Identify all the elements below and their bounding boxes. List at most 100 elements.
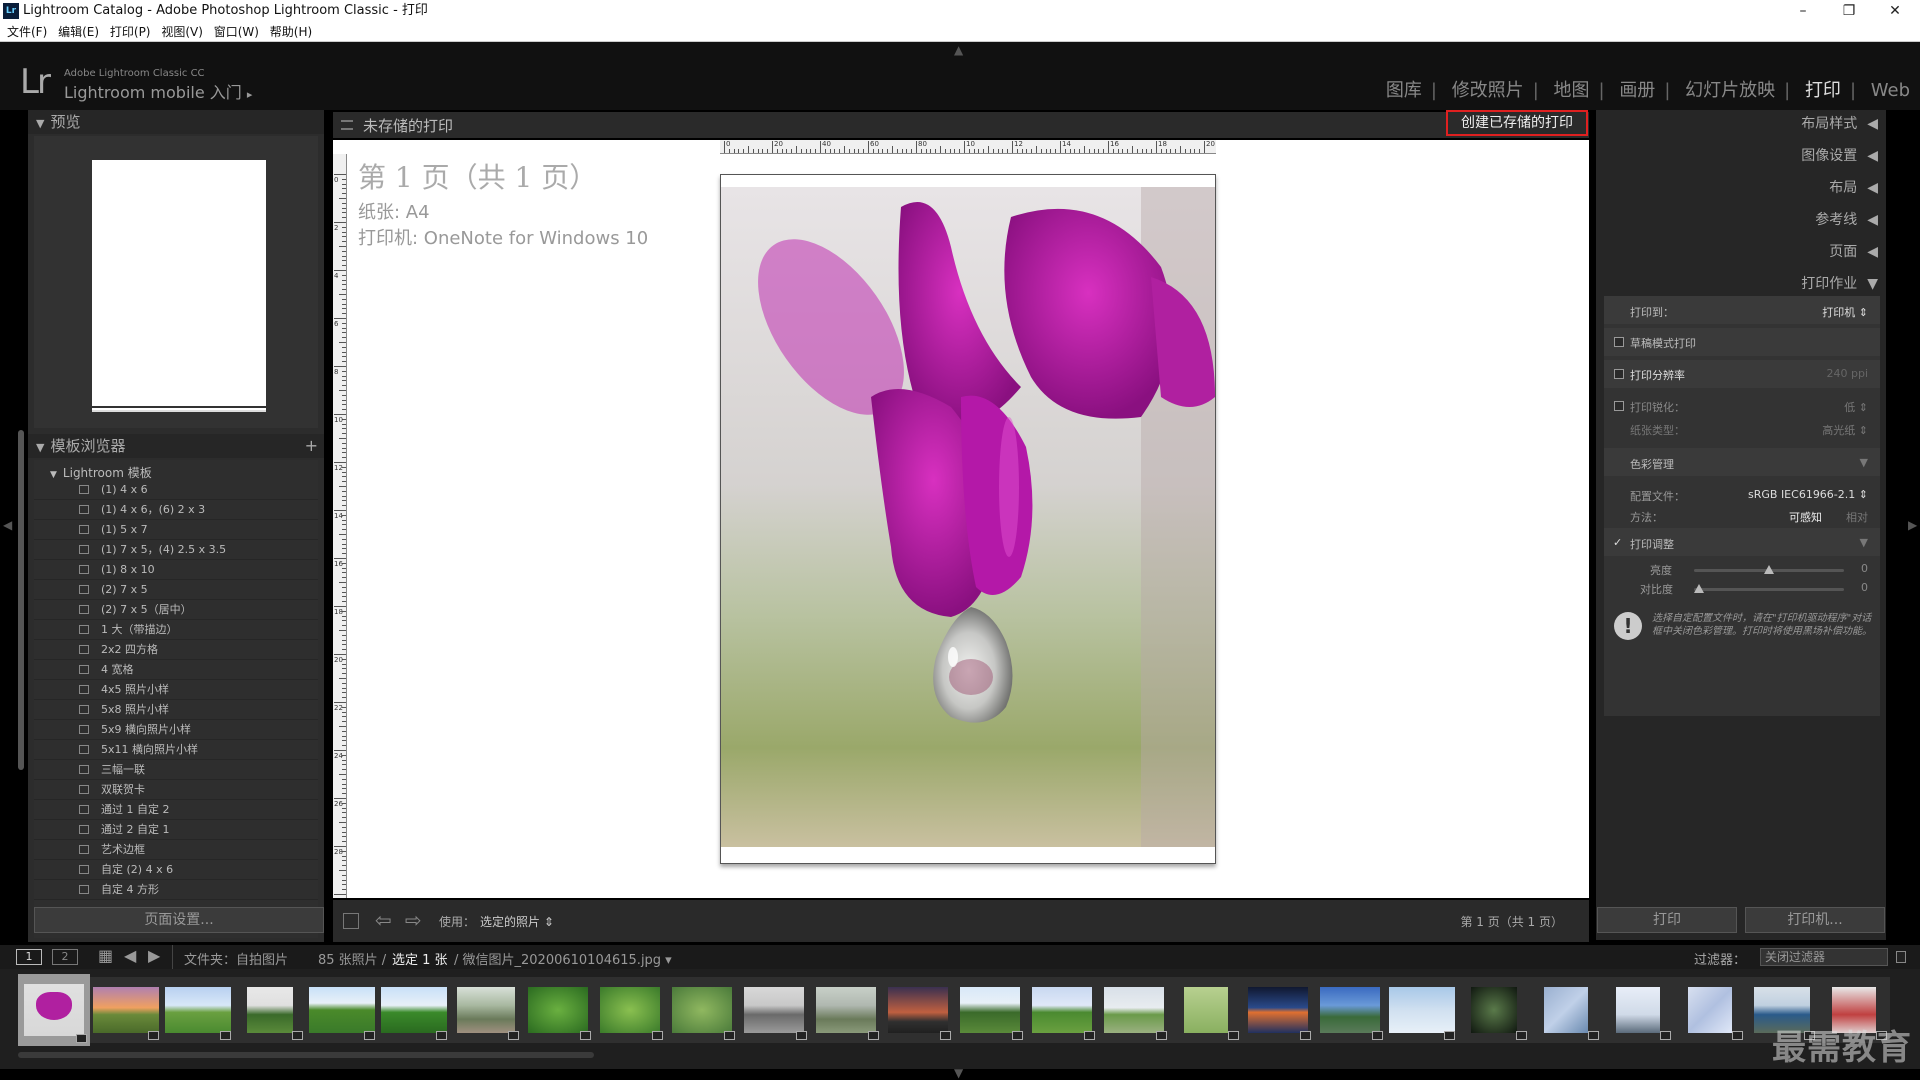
template-item[interactable]: 1 大（带描边）: [34, 620, 318, 640]
filmstrip-thumbnail[interactable]: [1026, 977, 1098, 1043]
print-adjust-checkmark-icon[interactable]: ✓: [1613, 536, 1622, 549]
slider-knob[interactable]: [1764, 565, 1774, 574]
template-item[interactable]: (2) 7 x 5: [34, 580, 318, 600]
print-sharpen-checkbox[interactable]: [1614, 401, 1624, 411]
print-sharpen-select[interactable]: 低 ⇕: [1844, 399, 1868, 415]
template-item[interactable]: (1) 4 x 6: [34, 480, 318, 500]
brightness-slider[interactable]: [1694, 565, 1844, 574]
filmstrip-thumbnail[interactable]: [954, 977, 1026, 1043]
section-print-job[interactable]: 打印作业 ▼: [1801, 272, 1878, 296]
filmstrip-thumbnail[interactable]: [1314, 977, 1386, 1043]
filmstrip-thumbnail[interactable]: [1242, 977, 1314, 1043]
filmstrip-thumbnail[interactable]: [18, 974, 90, 1046]
right-panel-toggle-icon[interactable]: ▶: [1908, 518, 1917, 532]
contrast-slider[interactable]: [1694, 584, 1844, 593]
stop-button[interactable]: [343, 913, 359, 929]
filmstrip-thumbnail[interactable]: [234, 977, 306, 1043]
filmstrip-thumbnail[interactable]: [810, 977, 882, 1043]
filmstrip-thumbnail[interactable]: [450, 977, 522, 1043]
template-item[interactable]: (1) 7 x 5，(4) 2.5 x 3.5: [34, 540, 318, 560]
filter-select[interactable]: 关闭过滤器: [1760, 948, 1888, 966]
module-map[interactable]: 地图: [1554, 80, 1590, 101]
section-layout-style[interactable]: 布局样式 ◀: [1801, 112, 1878, 136]
section-page[interactable]: 页面 ◀: [1829, 240, 1878, 264]
slider-knob[interactable]: [1694, 584, 1704, 593]
menu-edit[interactable]: 编辑(E): [58, 22, 99, 42]
next-page-arrow-icon[interactable]: ⇨: [405, 908, 422, 932]
template-item[interactable]: 双联贺卡: [34, 780, 318, 800]
filmstrip-scrollbar[interactable]: [18, 1052, 594, 1058]
draft-mode-checkbox[interactable]: [1614, 337, 1624, 347]
template-item[interactable]: 通过 2 自定 1: [34, 820, 318, 840]
close-button[interactable]: ✕: [1872, 0, 1918, 22]
menu-help[interactable]: 帮助(H): [270, 22, 312, 42]
secondary-window-button[interactable]: 2: [52, 949, 78, 965]
filmstrip-thumbnail[interactable]: [378, 977, 450, 1043]
print-button[interactable]: 打印: [1597, 907, 1737, 933]
filmstrip-thumbnail[interactable]: [594, 977, 666, 1043]
print-menu-icon[interactable]: [341, 120, 353, 130]
intent-perceptual[interactable]: 可感知: [1789, 509, 1822, 525]
preview-panel-header[interactable]: ▼ 预览: [28, 110, 324, 134]
template-item[interactable]: 4 宽格: [34, 660, 318, 680]
left-scrollbar[interactable]: [18, 430, 24, 770]
menu-print[interactable]: 打印(P): [110, 22, 151, 42]
menu-view[interactable]: 视图(V): [161, 22, 203, 42]
template-browser-header[interactable]: ▼ 模板浏览器 +: [28, 434, 324, 458]
previous-page-arrow-icon[interactable]: ⇦: [375, 908, 392, 932]
top-panel-toggle-icon[interactable]: ▲: [954, 43, 963, 57]
flower-photo[interactable]: [721, 187, 1215, 847]
template-item[interactable]: 通过 1 自定 2: [34, 800, 318, 820]
module-slideshow[interactable]: 幻灯片放映: [1685, 80, 1775, 101]
menu-file[interactable]: 文件(F): [7, 22, 47, 42]
media-type-select[interactable]: 高光纸 ⇕: [1822, 422, 1868, 438]
print-to-select[interactable]: 打印机 ⇕: [1822, 304, 1868, 320]
module-web[interactable]: Web: [1871, 80, 1910, 101]
print-resolution-value[interactable]: 240 ppi: [1826, 367, 1868, 380]
back-arrow-icon[interactable]: ◀: [124, 946, 136, 965]
selected-filename[interactable]: / 微信图片_20200610104615.jpg ▾: [454, 949, 672, 968]
filmstrip-thumbnail[interactable]: [90, 977, 162, 1043]
template-item[interactable]: (2) 7 x 5（居中）: [34, 600, 318, 620]
filmstrip-thumbnail[interactable]: [162, 977, 234, 1043]
create-saved-print-button[interactable]: 创建已存储的打印: [1446, 110, 1588, 136]
add-template-icon[interactable]: +: [305, 434, 318, 458]
minimize-button[interactable]: –: [1780, 0, 1826, 22]
template-item[interactable]: (1) 8 x 10: [34, 560, 318, 580]
template-item[interactable]: (1) 4 x 6，(6) 2 x 3: [34, 500, 318, 520]
filter-lock-icon[interactable]: [1896, 951, 1906, 963]
section-image-settings[interactable]: 图像设置 ◀: [1801, 144, 1878, 168]
print-resolution-checkbox[interactable]: [1614, 369, 1624, 379]
profile-select[interactable]: sRGB IEC61966-2.1 ⇕: [1748, 488, 1868, 501]
intent-relative[interactable]: 相对: [1846, 509, 1868, 525]
template-item[interactable]: 5x8 照片小样: [34, 700, 318, 720]
filmstrip-thumbnail[interactable]: [1386, 977, 1458, 1043]
use-selector[interactable]: 选定的照片 ⇕: [480, 913, 554, 930]
template-item[interactable]: 自定 (2) 4 x 6: [34, 860, 318, 880]
module-book[interactable]: 画册: [1619, 80, 1655, 101]
template-item[interactable]: (1) 5 x 7: [34, 520, 318, 540]
template-item[interactable]: 4x5 照片小样: [34, 680, 318, 700]
filmstrip-thumbnail[interactable]: [1674, 977, 1746, 1043]
filmstrip-thumbnail[interactable]: [1602, 977, 1674, 1043]
template-group-lightroom[interactable]: ▼ Lightroom 模板: [50, 464, 152, 481]
page-setup-button[interactable]: 页面设置...: [34, 907, 324, 933]
grid-view-icon[interactable]: ▦: [98, 946, 113, 965]
module-library[interactable]: 图库: [1386, 80, 1422, 101]
module-print[interactable]: 打印: [1805, 80, 1841, 101]
section-guides[interactable]: 参考线 ◀: [1815, 208, 1878, 232]
filmstrip-thumbnail[interactable]: [1530, 977, 1602, 1043]
template-item[interactable]: 自定 4 方形: [34, 880, 318, 900]
filmstrip-thumbnail[interactable]: [306, 977, 378, 1043]
forward-arrow-icon[interactable]: ▶: [148, 946, 160, 965]
filmstrip-thumbnail[interactable]: [738, 977, 810, 1043]
top-ruler[interactable]: 0 20 40 60 80 10 12 14 16 18 20: [720, 140, 1216, 154]
filmstrip-thumbnail[interactable]: [666, 977, 738, 1043]
filmstrip-thumbnail[interactable]: [522, 977, 594, 1043]
filmstrip-thumbnail[interactable]: [1098, 977, 1170, 1043]
module-develop[interactable]: 修改照片: [1452, 80, 1524, 101]
template-item[interactable]: 5x9 横向照片小样: [34, 720, 318, 740]
template-item[interactable]: 5x11 横向照片小样: [34, 740, 318, 760]
section-layout[interactable]: 布局 ◀: [1829, 176, 1878, 200]
filmstrip-thumbnail[interactable]: [1170, 977, 1242, 1043]
